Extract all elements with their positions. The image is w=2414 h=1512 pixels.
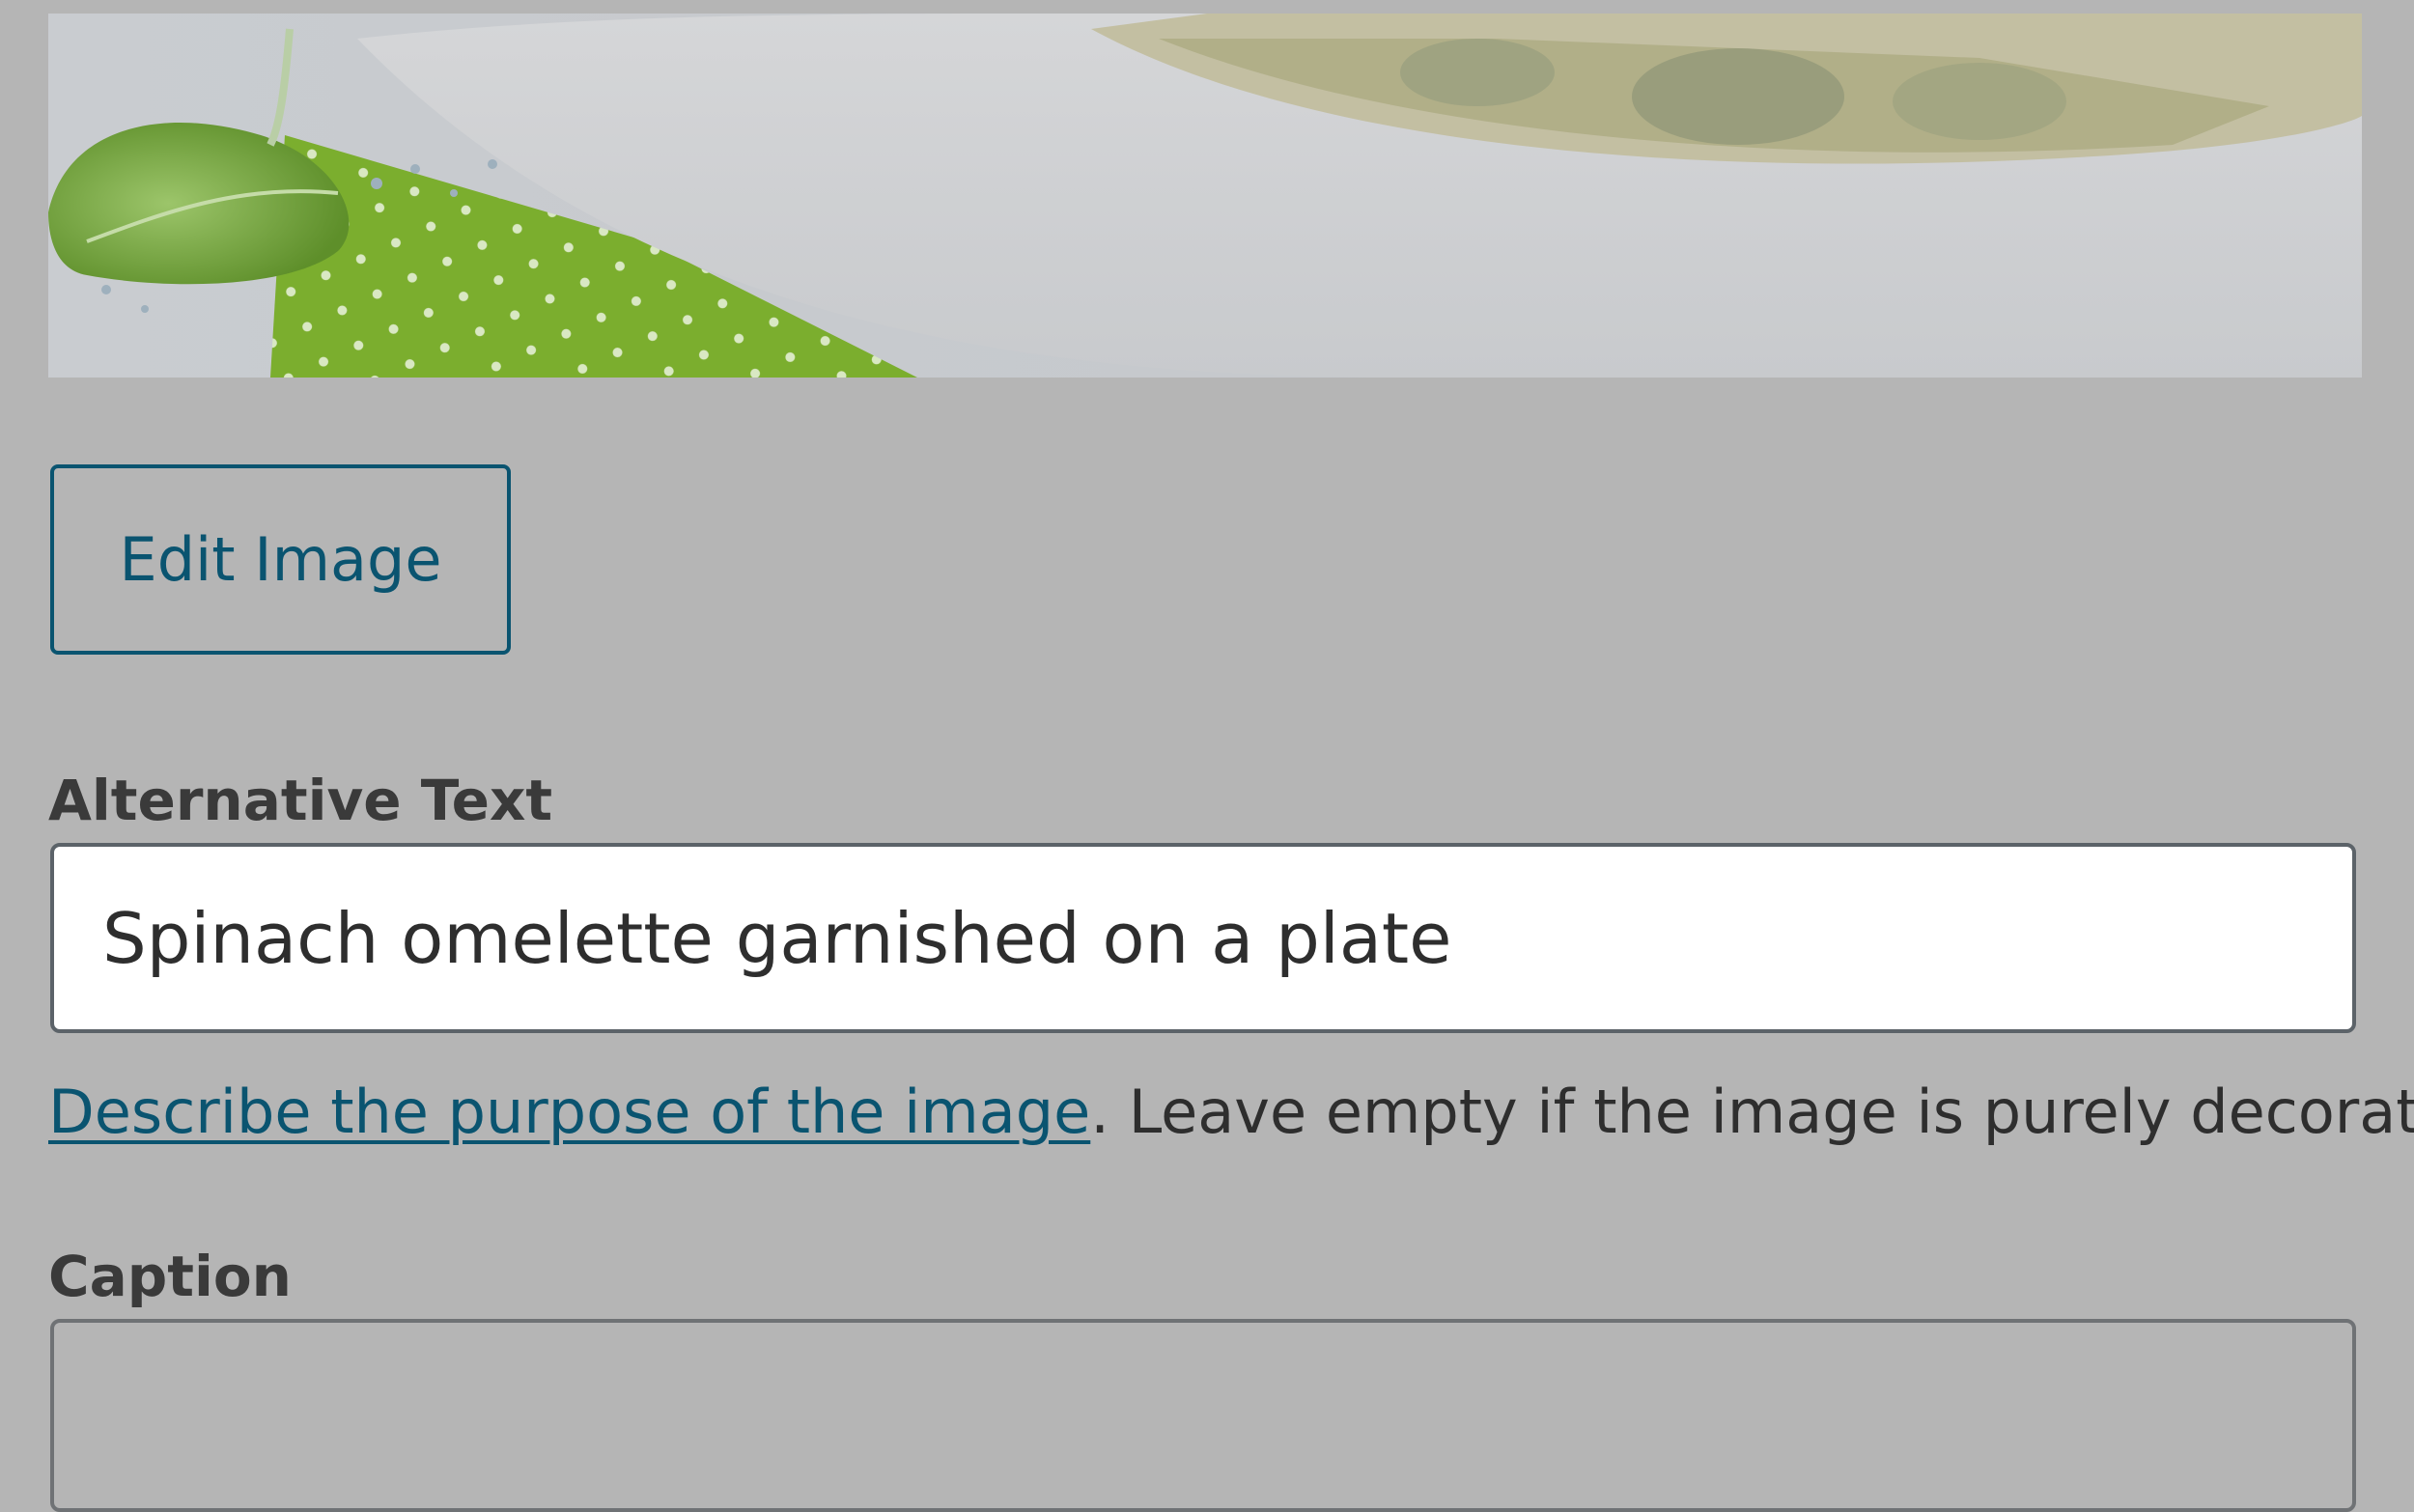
image-preview	[48, 0, 2362, 378]
caption-input[interactable]	[50, 1319, 2356, 1512]
alternative-text-label: Alternative Text	[48, 768, 553, 833]
alternative-text-input[interactable]	[50, 843, 2356, 1033]
help-suffix: . Leave empty if the image is purely dec…	[1090, 1077, 2414, 1147]
alt-text-help: Describe the purpose of the image. Leave…	[48, 1077, 2414, 1148]
omelette-photo	[48, 0, 2362, 378]
caption-label: Caption	[48, 1244, 292, 1309]
describe-purpose-link[interactable]: Describe the purpose of the image	[48, 1077, 1090, 1147]
edit-image-button[interactable]: Edit Image	[50, 464, 511, 655]
